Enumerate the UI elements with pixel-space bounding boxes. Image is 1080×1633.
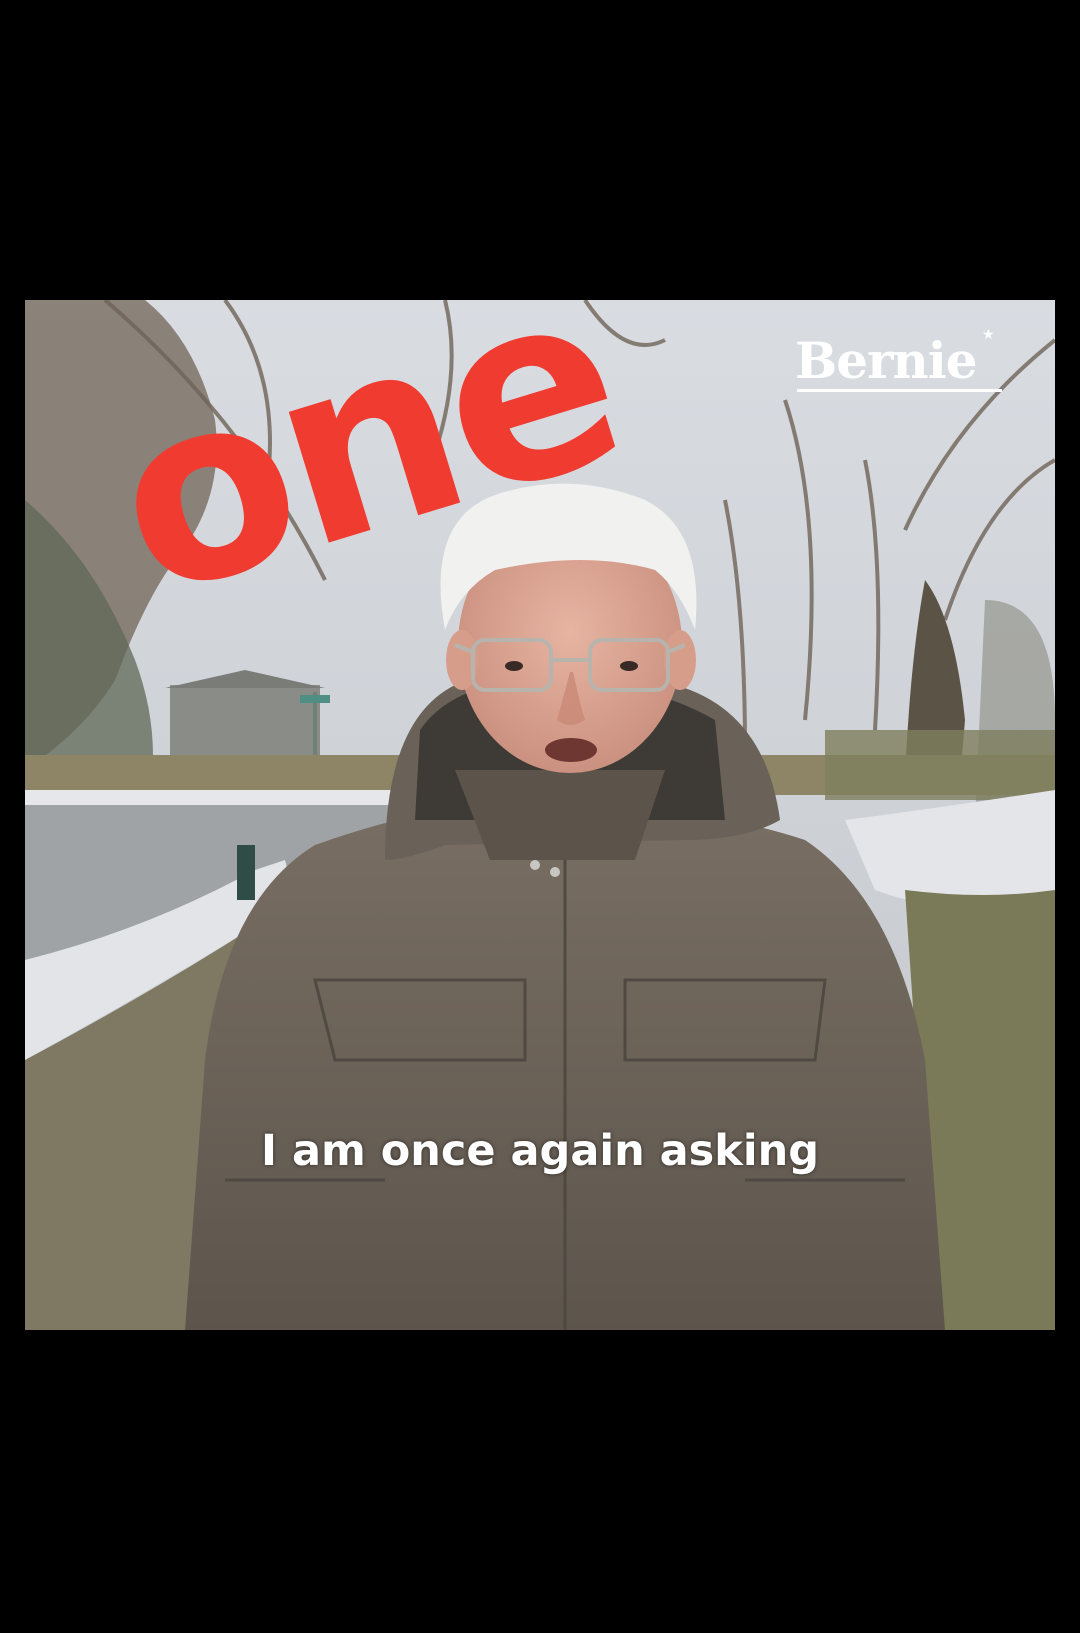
brand-logo: Bernie <box>795 331 978 390</box>
bollard <box>237 845 255 900</box>
brand-underline <box>797 389 1002 392</box>
mouth <box>545 738 597 762</box>
star-icon: ★ <box>982 327 995 343</box>
caption: I am once again asking <box>260 1126 819 1176</box>
house <box>170 685 320 755</box>
meme-canvas: one Bernie ★ I am once again asking <box>0 0 1080 1633</box>
snow-edge <box>25 790 445 805</box>
street-sign <box>300 695 330 703</box>
